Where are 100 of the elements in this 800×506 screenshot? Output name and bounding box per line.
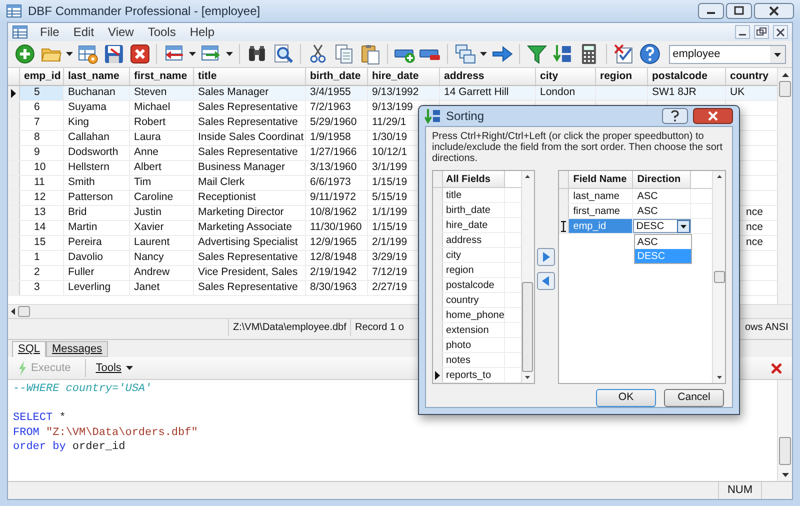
list-item[interactable]: photo — [443, 338, 505, 352]
column-header[interactable]: first_name — [130, 68, 194, 85]
windows-icon[interactable] — [454, 43, 476, 65]
copy-icon[interactable] — [332, 43, 355, 65]
list-item[interactable]: birth_date — [443, 203, 505, 217]
list-item[interactable]: title — [443, 188, 505, 202]
column-header[interactable]: region — [596, 68, 648, 85]
maximize-button[interactable] — [726, 3, 752, 19]
row-header[interactable] — [559, 219, 570, 233]
restore-button[interactable] — [754, 25, 769, 39]
list-item[interactable]: hire_date — [443, 218, 505, 232]
dropdown-option[interactable]: ASC — [635, 235, 692, 249]
sort-fields-grid[interactable]: Field Name Direction last_name ASC first_name ASC emp_id DESC ASC DESC — [558, 170, 726, 384]
menu-item[interactable]: Tools — [142, 23, 182, 41]
minimize-button[interactable] — [698, 3, 724, 19]
menu-item[interactable]: Help — [184, 23, 221, 41]
column-header[interactable]: All Fields — [443, 171, 505, 187]
help-icon[interactable] — [638, 43, 661, 65]
scrollbar-thumb[interactable] — [779, 437, 791, 465]
code-line: --WHERE country='USA' — [13, 382, 152, 396]
vertical-scrollbar[interactable] — [777, 380, 792, 481]
menu-item[interactable]: File — [34, 23, 66, 41]
checklist-icon[interactable] — [612, 43, 635, 65]
scrollbar-thumb[interactable] — [522, 282, 534, 372]
direction-dropdown[interactable]: DESC — [633, 219, 692, 233]
table-cell: Pereira — [64, 236, 130, 250]
minimize-button[interactable] — [735, 25, 750, 39]
filter-icon[interactable] — [526, 43, 548, 65]
column-header[interactable]: hire_date — [368, 68, 440, 85]
list-item[interactable]: city — [443, 248, 505, 262]
table-cell: 7/2/1963 — [306, 101, 368, 115]
column-header[interactable]: address — [440, 68, 536, 85]
scrollbar-thumb[interactable] — [18, 306, 30, 317]
caret-icon[interactable] — [480, 52, 488, 56]
tab[interactable]: SQL — [12, 341, 46, 357]
row-header[interactable] — [8, 86, 20, 100]
menu-item[interactable]: Edit — [67, 23, 100, 41]
tab[interactable]: Messages — [46, 341, 108, 357]
table-cell: Tim — [130, 176, 194, 190]
paste-icon[interactable] — [358, 43, 381, 65]
sort-icon[interactable] — [552, 43, 574, 65]
table-cell: Receptionist — [194, 191, 306, 205]
table-cell[interactable]: ASC — [633, 204, 692, 218]
column-header[interactable]: emp_id — [20, 68, 64, 85]
table-gear-icon[interactable] — [76, 43, 99, 65]
close-icon[interactable] — [771, 362, 782, 374]
column-header[interactable]: Direction — [633, 171, 692, 188]
caret-icon[interactable] — [66, 52, 73, 56]
list-item[interactable]: postalcode — [443, 278, 505, 292]
search-icon[interactable] — [272, 43, 294, 65]
caret-icon[interactable] — [226, 52, 234, 56]
close-button[interactable] — [754, 3, 794, 19]
list-item[interactable]: country — [443, 293, 505, 307]
table-cell: Caroline — [130, 191, 194, 205]
table-cell: 15 — [20, 236, 64, 250]
lightning-icon — [18, 360, 27, 376]
vertical-scrollbar[interactable] — [777, 68, 792, 304]
list-item[interactable]: extension — [443, 323, 505, 337]
column-header[interactable]: postalcode — [648, 68, 726, 85]
help-button[interactable] — [662, 108, 688, 124]
all-fields-list[interactable]: All Fields title birth_date hire_date address city region postalcode country home_phone extension photo notes reports_to — [432, 170, 535, 384]
table-cell[interactable]: last_name — [569, 189, 634, 203]
row-header[interactable] — [433, 368, 443, 382]
table-cell: 9/13/1992 — [368, 86, 440, 100]
table-cell: 1/27/1966 — [306, 146, 368, 160]
list-item[interactable]: reports_to — [443, 368, 505, 382]
current-row-icon — [435, 370, 440, 380]
menu-item[interactable]: View — [102, 23, 140, 41]
save-icon[interactable] — [102, 43, 125, 65]
column-header[interactable]: title — [194, 68, 306, 85]
scroll-left-icon — [11, 308, 15, 315]
close-button[interactable] — [693, 108, 733, 124]
exclude-button[interactable] — [537, 272, 556, 290]
code-line: SELECT * — [13, 411, 66, 426]
list-item[interactable]: notes — [443, 353, 505, 367]
caret-icon[interactable] — [189, 52, 196, 56]
status-text: Record 1 o — [355, 321, 404, 335]
add-icon[interactable] — [14, 43, 36, 65]
ok-button[interactable]: OK — [596, 389, 656, 407]
vertical-scrollbar[interactable] — [520, 171, 534, 383]
list-item[interactable]: home_phone — [443, 308, 505, 322]
cancel-button[interactable]: Cancel — [664, 389, 724, 407]
list-item[interactable]: address — [443, 233, 505, 247]
scrollbar-thumb[interactable] — [779, 81, 791, 97]
list-item[interactable]: region — [443, 263, 505, 277]
table-cell: Justin — [130, 206, 194, 220]
table-selector[interactable]: employee — [668, 44, 786, 64]
table-cell[interactable]: ASC — [633, 189, 692, 203]
table-cell: Davolio — [64, 251, 130, 265]
table-cell[interactable]: first_name — [569, 204, 634, 218]
scrollbar-thumb[interactable] — [714, 271, 724, 283]
include-button[interactable] — [537, 248, 556, 266]
close-button[interactable] — [773, 25, 788, 39]
column-header[interactable]: Field Name — [569, 171, 634, 188]
column-header[interactable]: last_name — [64, 68, 130, 85]
column-header[interactable]: city — [536, 68, 596, 85]
column-header[interactable]: birth_date — [306, 68, 368, 85]
tools-menu-button[interactable]: Tools — [96, 360, 134, 376]
vertical-scrollbar[interactable] — [712, 171, 725, 383]
close-icon[interactable] — [128, 43, 150, 65]
